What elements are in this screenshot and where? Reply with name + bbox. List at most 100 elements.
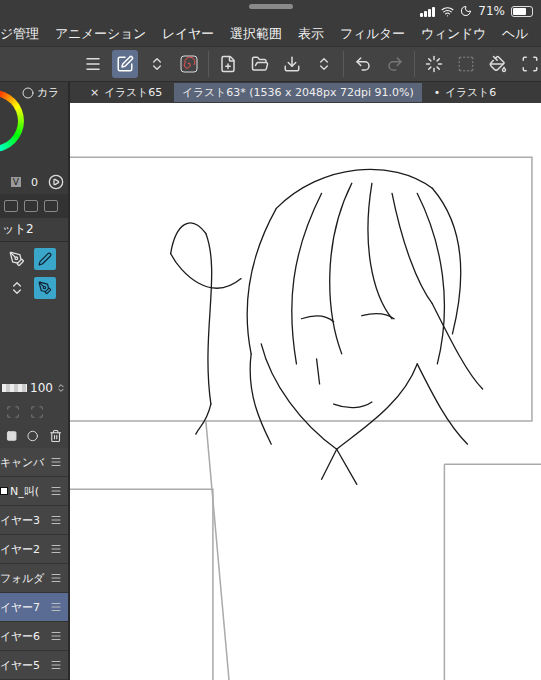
link-icon[interactable]	[6, 405, 20, 419]
updown-icon	[149, 56, 165, 72]
switch-button[interactable]	[144, 50, 170, 78]
channel-value: 0	[31, 176, 38, 189]
channel-label: V	[11, 177, 21, 187]
layer-row[interactable]: イヤー5	[0, 651, 68, 680]
layer-list: キャンバN_叫(イヤー3イヤー2フォルダイヤー7イヤー6イヤー5	[0, 448, 68, 680]
layer-row[interactable]: キャンバ	[0, 448, 68, 477]
drag-handle-icon[interactable]	[50, 659, 62, 671]
color-value-row: V0	[0, 174, 68, 190]
play-icon[interactable]	[48, 174, 64, 190]
toolbar	[0, 46, 541, 82]
drag-handle-icon[interactable]	[50, 456, 62, 468]
status-bar: 71%	[0, 0, 541, 22]
clip-icon[interactable]	[30, 405, 44, 419]
layer-thumbnail	[0, 487, 8, 495]
tool-button[interactable]	[6, 248, 28, 270]
menu-item[interactable]: フィルター	[340, 25, 405, 43]
tool-button[interactable]	[34, 248, 56, 270]
menu-button[interactable]	[80, 50, 106, 78]
pen-mode-button[interactable]	[112, 50, 138, 78]
updown-icon	[316, 56, 332, 72]
menu-item[interactable]: レイヤー	[162, 25, 214, 43]
menu-item[interactable]: 表示	[298, 25, 324, 43]
battery-icon	[511, 6, 533, 17]
subtool-title: ット2	[0, 218, 68, 242]
drag-handle-icon[interactable]	[50, 485, 62, 497]
document-tab[interactable]: ×イラスト65	[82, 83, 170, 102]
new-layer-icon[interactable]	[6, 430, 17, 442]
opacity-slider[interactable]	[2, 384, 27, 392]
drag-handle-icon[interactable]	[50, 601, 62, 613]
menu-item[interactable]: ヘル	[502, 25, 528, 43]
spiral-icon	[180, 55, 198, 73]
pen-icon	[38, 252, 52, 266]
tool-button[interactable]	[34, 277, 56, 299]
undo-button[interactable]	[350, 50, 376, 78]
layer-row[interactable]: イヤー7	[0, 593, 68, 622]
tool-tab[interactable]	[4, 200, 18, 212]
menu-item[interactable]: ジ管理	[0, 25, 39, 43]
canvas[interactable]	[70, 103, 541, 680]
artwork	[70, 103, 541, 680]
save-button[interactable]	[279, 50, 305, 78]
color-wheel[interactable]	[0, 90, 24, 152]
layer-row[interactable]: イヤー2	[0, 535, 68, 564]
fill-button[interactable]	[485, 50, 511, 78]
new-file-icon	[219, 55, 237, 73]
loader-icon	[425, 55, 443, 73]
layer-tools	[0, 400, 68, 424]
menu-item[interactable]: アニメーション	[55, 25, 146, 43]
layer-row[interactable]: イヤー3	[0, 506, 68, 535]
battery-percent: 71%	[478, 4, 505, 18]
moon-icon	[460, 5, 472, 17]
tool-button[interactable]	[6, 277, 28, 299]
open-button[interactable]	[247, 50, 273, 78]
save-icon	[283, 55, 301, 73]
layer-row[interactable]: フォルダ	[0, 564, 68, 593]
pen-icon	[116, 55, 134, 73]
fill-icon	[489, 55, 507, 73]
tool-tabs	[0, 194, 68, 218]
document-tab[interactable]: イラスト63* (1536 x 2048px 72dpi 91.0%)	[174, 83, 422, 102]
layer-actions	[0, 424, 68, 448]
layer-row[interactable]: N_叫(	[0, 477, 68, 506]
left-panel: カラ V0 ット2 100 キャンバN_叫(イヤー3イヤー2フォルダイヤー7イヤー6イヤ…	[0, 82, 70, 680]
menu-icon	[84, 55, 102, 73]
drag-handle-icon[interactable]	[50, 630, 62, 642]
color-tab-icon	[22, 87, 34, 99]
drag-handle-icon[interactable]	[50, 543, 62, 555]
mask-icon[interactable]	[27, 430, 38, 442]
document-tabs: ×イラスト65イラスト63* (1536 x 2048px 72dpi 91.0…	[70, 82, 541, 103]
opacity-value: 100	[30, 381, 53, 395]
redo-button[interactable]	[382, 50, 408, 78]
subtool-grid	[0, 242, 68, 306]
drag-handle-icon[interactable]	[50, 514, 62, 526]
layer-opacity[interactable]: 100	[0, 376, 68, 400]
new-button[interactable]	[215, 50, 241, 78]
home-handle[interactable]	[249, 4, 293, 9]
tool-tab[interactable]	[44, 200, 58, 212]
menu-item[interactable]: 選択範囲	[230, 25, 282, 43]
signal-icon	[420, 6, 435, 17]
pen-nib-icon	[38, 281, 52, 295]
app-screen: 71% ジ管理アニメーションレイヤー選択範囲表示フィルターウィンドウヘルカラ V0 ッ…	[0, 0, 541, 680]
clear-button[interactable]	[421, 50, 447, 78]
drag-handle-icon[interactable]	[50, 572, 62, 584]
transform-button[interactable]	[517, 50, 541, 78]
more-button[interactable]	[311, 50, 337, 78]
document-tab[interactable]: •イラスト6	[426, 83, 505, 102]
menu-item[interactable]: ウィンドウ	[421, 25, 486, 43]
layer-row[interactable]: イヤー6	[0, 622, 68, 651]
hourglass-icon	[9, 280, 25, 296]
select-button[interactable]	[453, 50, 479, 78]
tool-tab[interactable]	[24, 200, 38, 212]
pen-nib-icon	[9, 251, 25, 267]
wifi-icon	[441, 5, 454, 18]
transform-icon	[521, 55, 539, 73]
menu-bar: ジ管理アニメーションレイヤー選択範囲表示フィルターウィンドウヘル	[0, 22, 541, 46]
trash-icon[interactable]	[49, 429, 62, 443]
stepper-icon[interactable]	[56, 382, 66, 394]
color-tab[interactable]: カラ	[22, 85, 59, 100]
undo-icon	[354, 55, 372, 73]
spiral-button[interactable]	[176, 50, 202, 78]
